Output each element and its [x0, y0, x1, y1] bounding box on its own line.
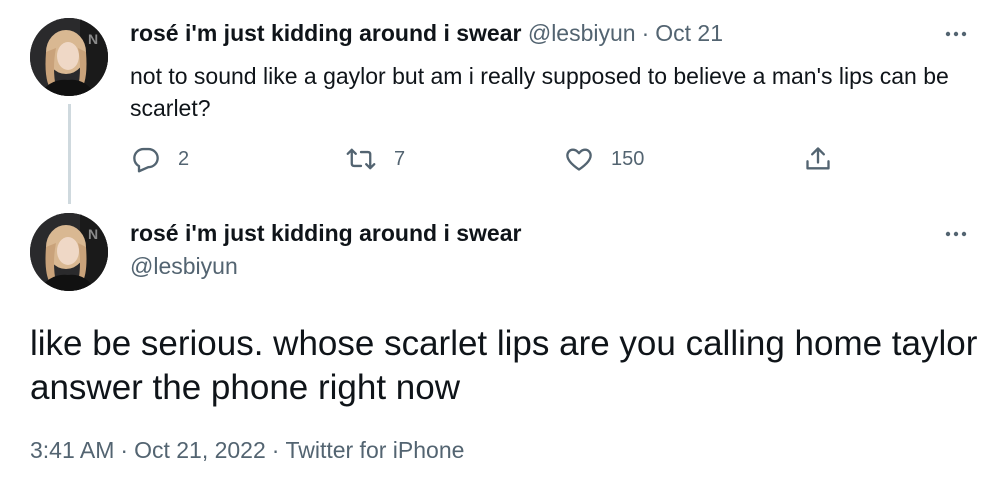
retweet-count: 7	[394, 147, 406, 170]
thread-connector-line	[68, 104, 71, 204]
handle[interactable]: @lesbiyun	[130, 253, 238, 280]
like-icon	[565, 145, 593, 173]
tweet-text: not to sound like a gaylor but am i real…	[130, 63, 949, 121]
tweet-source[interactable]: Twitter for iPhone	[285, 437, 464, 463]
tweet-header: rosé i'm just kidding around i swear @le…	[130, 20, 723, 47]
tweet-meta: 3:41 AM · Oct 21, 2022 · Twitter for iPhone	[30, 437, 464, 464]
tweet-date[interactable]: Oct 21, 2022	[134, 437, 266, 463]
reply-button[interactable]: 2	[132, 142, 189, 176]
svg-text:N: N	[88, 31, 98, 47]
separator-dot: ·	[271, 437, 280, 463]
tweet-time[interactable]: 3:41 AM	[30, 437, 114, 463]
more-icon[interactable]	[944, 22, 968, 46]
retweet-icon	[346, 145, 376, 173]
tweet-header: rosé i'm just kidding around i swear	[130, 220, 521, 247]
avatar[interactable]: N	[30, 18, 108, 96]
reply-icon	[132, 145, 160, 173]
retweet-button[interactable]: 7	[346, 142, 405, 176]
like-button[interactable]: 150	[565, 142, 644, 176]
display-name[interactable]: rosé i'm just kidding around i swear	[130, 220, 521, 246]
handle[interactable]: @lesbiyun	[528, 20, 636, 46]
reply-count: 2	[178, 147, 190, 170]
separator-dot: ·	[120, 437, 129, 463]
tweet-text: like be serious. whose scarlet lips are …	[30, 324, 978, 407]
avatar[interactable]: N	[30, 213, 108, 291]
like-count: 150	[611, 147, 645, 170]
more-icon[interactable]	[944, 222, 968, 246]
share-icon	[804, 145, 832, 173]
share-button[interactable]	[804, 142, 832, 176]
separator-dot: ·	[641, 20, 650, 46]
svg-text:N: N	[88, 226, 98, 242]
display-name[interactable]: rosé i'm just kidding around i swear	[130, 20, 521, 46]
tweet-date[interactable]: Oct 21	[655, 20, 723, 46]
